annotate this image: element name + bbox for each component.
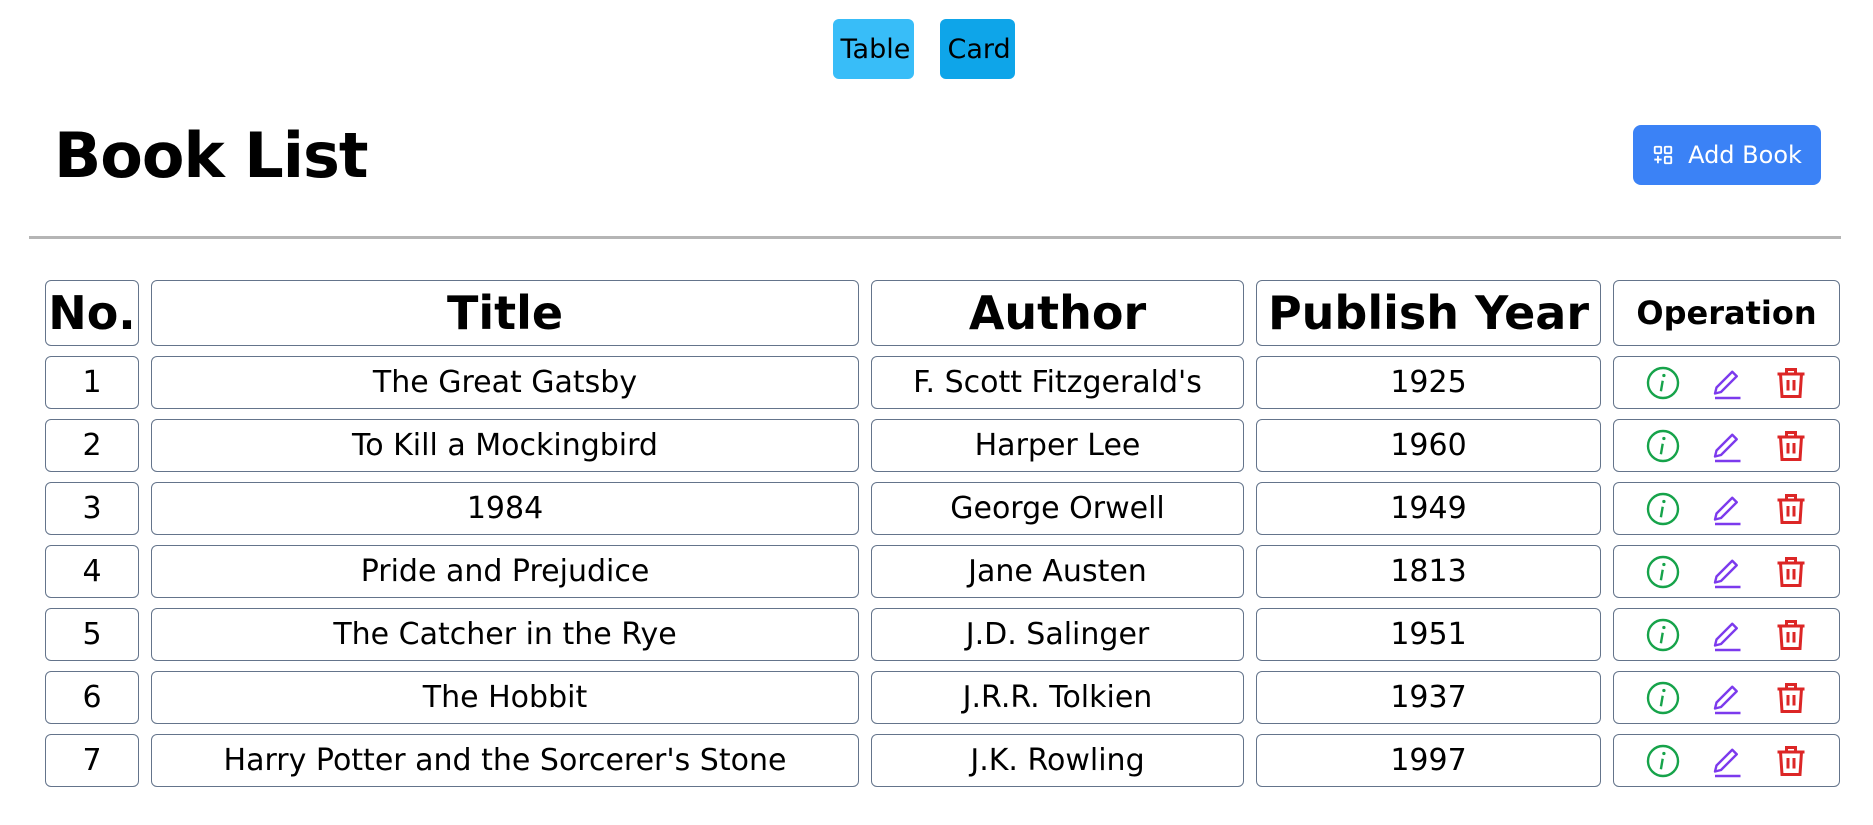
table-row: 7 Harry Potter and the Sorcerer's Stone J.… <box>45 734 1840 787</box>
book-store-page: Table Card Book List Add Book No. Title … <box>0 0 1873 825</box>
cell-publish-year: 1951 <box>1256 608 1601 661</box>
table-row: 6 The Hobbit J.R.R. Tolkien 1937 <box>45 671 1840 724</box>
header-divider <box>29 236 1841 239</box>
row-actions <box>1614 357 1839 408</box>
cell-operation <box>1613 608 1840 661</box>
cell-title: Pride and Prejudice <box>151 545 859 598</box>
trash-icon[interactable] <box>1773 365 1809 401</box>
trash-icon[interactable] <box>1773 428 1809 464</box>
info-circle-icon[interactable] <box>1645 491 1681 527</box>
cell-author: Jane Austen <box>871 545 1244 598</box>
view-toggle: Table Card <box>0 19 1873 79</box>
pencil-edit-icon[interactable] <box>1709 743 1745 779</box>
row-actions <box>1614 546 1839 597</box>
trash-icon[interactable] <box>1773 617 1809 653</box>
row-actions <box>1614 483 1839 534</box>
table-row: 4 Pride and Prejudice Jane Austen 1813 <box>45 545 1840 598</box>
cell-operation <box>1613 671 1840 724</box>
cell-title: The Great Gatsby <box>151 356 859 409</box>
cell-author: F. Scott Fitzgerald's <box>871 356 1244 409</box>
column-header-title: Title <box>151 280 859 346</box>
info-circle-icon[interactable] <box>1645 554 1681 590</box>
row-actions <box>1614 609 1839 660</box>
cell-publish-year: 1949 <box>1256 482 1601 535</box>
cell-no: 4 <box>45 545 139 598</box>
cell-title: To Kill a Mockingbird <box>151 419 859 472</box>
cell-operation <box>1613 545 1840 598</box>
cell-no: 6 <box>45 671 139 724</box>
cell-operation <box>1613 356 1840 409</box>
row-actions <box>1614 420 1839 471</box>
info-circle-icon[interactable] <box>1645 680 1681 716</box>
card-view-button[interactable]: Card <box>939 19 1015 79</box>
cell-no: 5 <box>45 608 139 661</box>
cell-title: 1984 <box>151 482 859 535</box>
column-header-publish-year: Publish Year <box>1256 280 1601 346</box>
info-circle-icon[interactable] <box>1645 743 1681 779</box>
info-circle-icon[interactable] <box>1645 617 1681 653</box>
page-title: Book List <box>54 118 369 192</box>
cell-title: The Catcher in the Rye <box>151 608 859 661</box>
trash-icon[interactable] <box>1773 680 1809 716</box>
cell-publish-year: 1960 <box>1256 419 1601 472</box>
cell-author: George Orwell <box>871 482 1244 535</box>
table-header-row: No. Title Author Publish Year Operation <box>45 280 1840 346</box>
pencil-edit-icon[interactable] <box>1709 491 1745 527</box>
table-row: 3 1984 George Orwell 1949 <box>45 482 1840 535</box>
page-header: Book List Add Book <box>54 118 1821 192</box>
cell-no: 2 <box>45 419 139 472</box>
info-circle-icon[interactable] <box>1645 365 1681 401</box>
cell-publish-year: 1997 <box>1256 734 1601 787</box>
cell-operation <box>1613 734 1840 787</box>
table-row: 1 The Great Gatsby F. Scott Fitzgerald's 19… <box>45 356 1840 409</box>
cell-author: J.K. Rowling <box>871 734 1244 787</box>
cell-no: 1 <box>45 356 139 409</box>
trash-icon[interactable] <box>1773 743 1809 779</box>
column-header-author: Author <box>871 280 1244 346</box>
cell-title: Harry Potter and the Sorcerer's Stone <box>151 734 859 787</box>
pencil-edit-icon[interactable] <box>1709 365 1745 401</box>
cell-no: 3 <box>45 482 139 535</box>
column-header-operation: Operation <box>1613 280 1840 346</box>
row-actions <box>1614 672 1839 723</box>
table-body: 1 The Great Gatsby F. Scott Fitzgerald's 19… <box>45 356 1840 787</box>
table-row: 2 To Kill a Mockingbird Harper Lee 1960 <box>45 419 1840 472</box>
pencil-edit-icon[interactable] <box>1709 617 1745 653</box>
cell-operation <box>1613 419 1840 472</box>
pencil-edit-icon[interactable] <box>1709 680 1745 716</box>
info-circle-icon[interactable] <box>1645 428 1681 464</box>
cell-no: 7 <box>45 734 139 787</box>
cell-author: J.D. Salinger <box>871 608 1244 661</box>
pencil-edit-icon[interactable] <box>1709 428 1745 464</box>
cell-operation <box>1613 482 1840 535</box>
add-book-label: Add Book <box>1688 141 1802 169</box>
column-header-no: No. <box>45 280 139 346</box>
book-table: No. Title Author Publish Year Operation … <box>33 270 1852 797</box>
cell-publish-year: 1937 <box>1256 671 1601 724</box>
add-book-button[interactable]: Add Book <box>1633 125 1821 185</box>
add-grid-icon <box>1652 144 1674 166</box>
cell-publish-year: 1813 <box>1256 545 1601 598</box>
table-view-button[interactable]: Table <box>832 19 914 79</box>
table-row: 5 The Catcher in the Rye J.D. Salinger 1951 <box>45 608 1840 661</box>
pencil-edit-icon[interactable] <box>1709 554 1745 590</box>
trash-icon[interactable] <box>1773 491 1809 527</box>
row-actions <box>1614 735 1839 786</box>
cell-publish-year: 1925 <box>1256 356 1601 409</box>
cell-author: Harper Lee <box>871 419 1244 472</box>
cell-title: The Hobbit <box>151 671 859 724</box>
trash-icon[interactable] <box>1773 554 1809 590</box>
cell-author: J.R.R. Tolkien <box>871 671 1244 724</box>
